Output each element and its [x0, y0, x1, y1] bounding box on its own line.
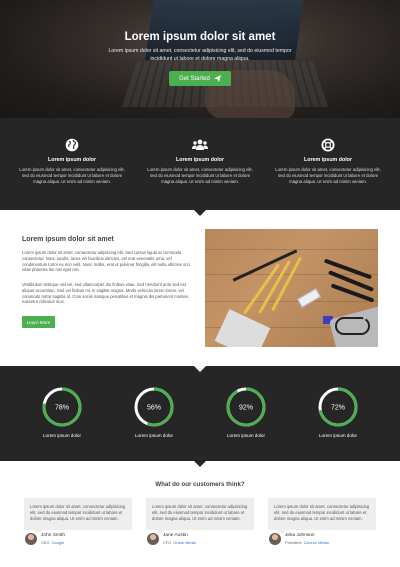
feature-title: Lorem ipsum dolor [48, 157, 96, 163]
feature-text: Lorem ipsum dolor sit amet, consectetur … [275, 167, 381, 184]
carousel-indicator[interactable] [363, 317, 366, 320]
features-section: Lorem ipsum dolor Lorem ipsum dolor sit … [0, 118, 400, 216]
feature-text: Lorem ipsum dolor sit amet, consectetur … [147, 167, 253, 184]
about-title: Lorem ipsum dolor sit amet [22, 236, 114, 243]
testimonials-heading: What do our customers think? [155, 481, 245, 488]
testimonial-quote: Lorem ipsum dolor sit amet, consectetur … [24, 498, 132, 534]
testimonial-quote: Lorem ipsum dolor sit amet, consectetur … [268, 498, 376, 534]
author-name: Jeka Johnson [285, 533, 315, 538]
desk-photo [205, 229, 378, 347]
author-role: President, Cancun Media [285, 540, 329, 545]
progress-value: 72% [331, 405, 345, 412]
hero-section: Lorem ipsum dolor sit amet Lorem ipsum d… [0, 0, 400, 118]
avatar [25, 533, 37, 545]
stat-item: 72% Lorem ipsum dolor [308, 386, 368, 438]
testimonial-quote: Lorem ipsum dolor sit amet, consectetur … [146, 498, 254, 534]
feature-title: Lorem ipsum dolor [176, 157, 224, 163]
testimonial-card: Lorem ipsum dolor sit amet, consectetur … [268, 498, 376, 548]
stat-item: 56% Lorem ipsum dolor [124, 386, 184, 438]
author-name: Jane Austin [163, 533, 188, 538]
progress-ring: 92% [226, 387, 266, 427]
life-ring-icon [321, 138, 335, 152]
company-link[interactable]: Grank Media [173, 540, 195, 545]
company-link[interactable]: Google [52, 540, 65, 545]
hero-title: Lorem ipsum dolor sit amet [124, 31, 276, 43]
paper-plane-icon [213, 75, 221, 82]
testimonial-text: Lorem ipsum dolor sit amet, consectetur … [274, 504, 370, 521]
progress-value: 92% [239, 405, 253, 412]
feature-text: Lorem ipsum dolor sit amet, consectetur … [19, 167, 125, 184]
testimonial-card: Lorem ipsum dolor sit amet, consectetur … [146, 498, 254, 548]
progress-ring: 72% [318, 387, 358, 427]
feature-item: Lorem ipsum dolor Lorem ipsum dolor sit … [145, 138, 255, 185]
progress-value: 56% [147, 405, 161, 412]
feature-item: Lorem ipsum dolor Lorem ipsum dolor sit … [273, 138, 383, 185]
stat-caption: Lorem ipsum dolor [42, 433, 82, 438]
stats-section: 78% Lorem ipsum dolor 56% Lorem ipsum do… [0, 366, 400, 467]
stat-caption: Lorem ipsum dolor [134, 433, 174, 438]
progress-value: 78% [55, 405, 69, 412]
progress-ring: 78% [42, 387, 82, 427]
testimonial-text: Lorem ipsum dolor sit amet, consectetur … [152, 504, 248, 521]
testimonial-author: Jeka Johnson President, Cancun Media [268, 532, 376, 548]
landing-page: Lorem ipsum dolor sit amet Lorem ipsum d… [0, 0, 400, 567]
testimonial-author: Jane Austin CFO, Grank Media [146, 532, 254, 548]
avatar [147, 533, 159, 545]
globe-icon [65, 138, 79, 152]
feature-title: Lorem ipsum dolor [304, 157, 352, 163]
progress-ring: 56% [134, 387, 174, 427]
feature-item: Lorem ipsum dolor Lorem ipsum dolor sit … [17, 138, 127, 185]
avatar [269, 533, 281, 545]
get-started-label: Get Started [179, 75, 210, 82]
testimonial-author: John Smith CEO, Google [24, 532, 132, 548]
testimonial-card: Lorem ipsum dolor sit amet, consectetur … [24, 498, 132, 548]
stat-item: 92% Lorem ipsum dolor [216, 386, 276, 438]
author-role: CEO, Google [41, 540, 65, 545]
author-name: John Smith [41, 533, 65, 538]
hero-text: Lorem ipsum dolor sit amet, consectetur … [108, 48, 292, 62]
stat-item: 78% Lorem ipsum dolor [32, 386, 92, 438]
learn-more-button[interactable]: Learn More [22, 316, 55, 328]
company-link[interactable]: Cancun Media [304, 540, 329, 545]
testimonial-text: Lorem ipsum dolor sit amet, consectetur … [30, 504, 126, 521]
about-paragraph: Lorem ipsum dolor sit amet, consectetur … [22, 250, 191, 273]
get-started-button[interactable]: Get Started [169, 71, 231, 86]
author-role: CFO, Grank Media [163, 540, 196, 545]
about-paragraph: Vestibulum tristique nisl vel, sed ullam… [22, 282, 190, 305]
users-icon [192, 139, 208, 150]
stat-caption: Lorem ipsum dolor [318, 433, 358, 438]
stat-caption: Lorem ipsum dolor [226, 433, 266, 438]
